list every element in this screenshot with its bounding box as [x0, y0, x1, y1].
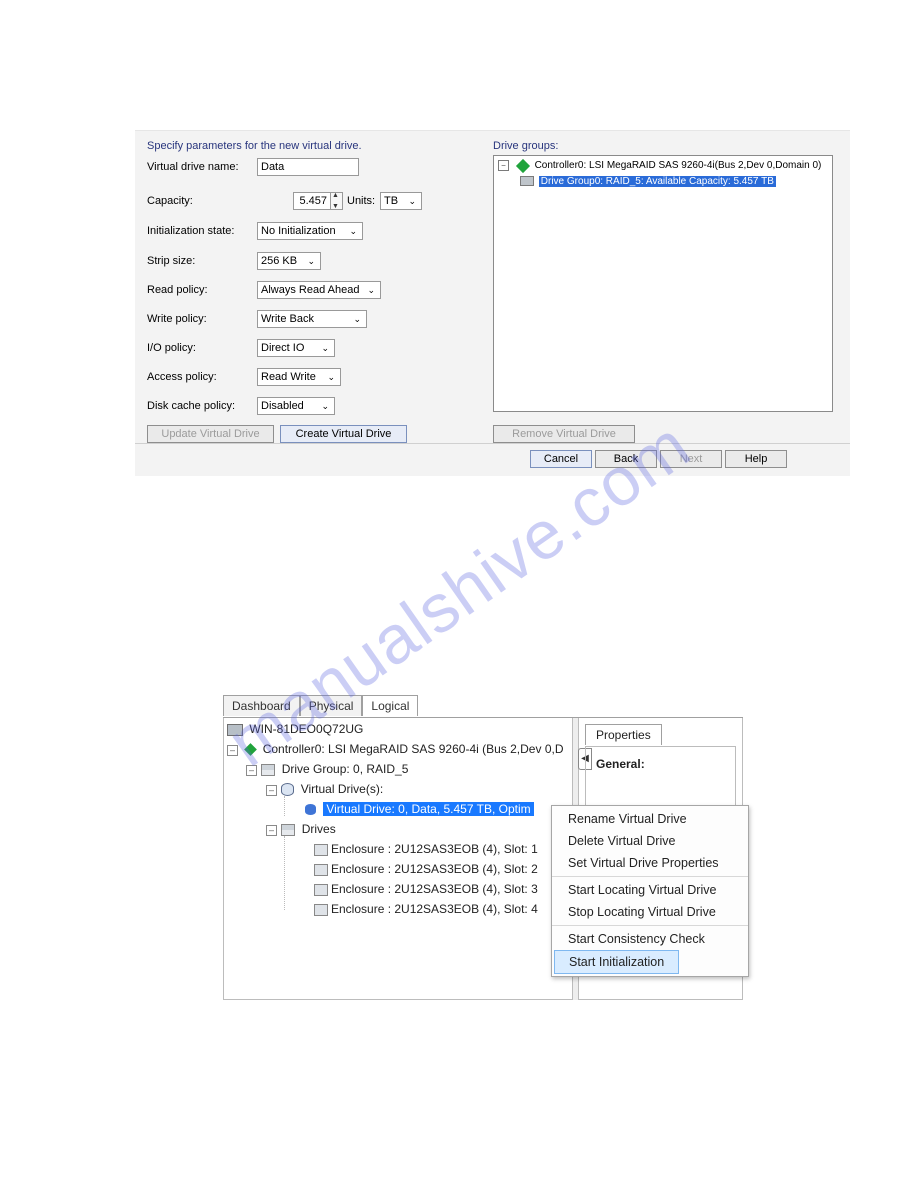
tree-enclosure-0[interactable]: Enclosure : 2U12SAS3EOB (4), Slot: 1 — [314, 842, 538, 856]
update-virtual-drive-button[interactable]: Update Virtual Drive — [147, 425, 274, 443]
tree-virtual-drive-selected[interactable]: Virtual Drive: 0, Data, 5.457 TB, Optim — [304, 802, 534, 816]
cancel-button[interactable]: Cancel — [530, 450, 592, 468]
dialog-button-bar: Cancel Back Next Help — [135, 443, 850, 476]
strip-size-select[interactable]: 256 KB⌄ — [257, 252, 321, 270]
tree-virtual-drives-node[interactable]: – Virtual Drive(s): — [266, 782, 383, 796]
tree-controller-node[interactable]: – Controller0: LSI MegaRAID SAS 9260-4i … — [227, 742, 564, 756]
disk-cache-select[interactable]: Disabled⌄ — [257, 397, 335, 415]
init-state-label: Initialization state: — [147, 225, 234, 237]
units-label: Units: — [347, 195, 375, 207]
tree-controller-node[interactable]: − Controller0: LSI MegaRAID SAS 9260-4i(… — [498, 160, 821, 171]
help-button[interactable]: Help — [725, 450, 787, 468]
drivegroup-icon — [520, 176, 534, 186]
tab-physical[interactable]: Physical — [300, 695, 363, 716]
chevron-down-icon: ⌄ — [353, 311, 361, 327]
collapse-icon[interactable]: – — [266, 825, 277, 836]
collapse-icon[interactable]: – — [227, 745, 238, 756]
virtual-drive-context-menu: Rename Virtual Drive Delete Virtual Driv… — [551, 805, 749, 977]
enclosure-icon — [314, 864, 328, 876]
tree-host-node[interactable]: WIN-81DEO0Q72UG — [227, 722, 363, 736]
create-virtual-drive-dialog: Specify parameters for the new virtual d… — [135, 130, 850, 476]
virtual-drive-name-field[interactable] — [257, 158, 359, 176]
access-policy-select[interactable]: Read Write⌄ — [257, 368, 341, 386]
server-icon — [227, 724, 243, 736]
capacity-spinner[interactable] — [330, 192, 343, 210]
drives-icon — [281, 824, 295, 836]
virtual-drive-name-label: Virtual drive name: — [147, 161, 239, 173]
tree-drive-group-node[interactable]: Drive Group0: RAID_5: Available Capacity… — [520, 176, 776, 187]
tree-enclosure-3[interactable]: Enclosure : 2U12SAS3EOB (4), Slot: 4 — [314, 902, 538, 916]
enclosure-icon — [314, 844, 328, 856]
logical-tree[interactable]: WIN-81DEO0Q72UG – Controller0: LSI MegaR… — [223, 718, 573, 1000]
disk-cache-label: Disk cache policy: — [147, 400, 235, 412]
menu-start-locating[interactable]: Start Locating Virtual Drive — [552, 876, 748, 901]
tab-logical[interactable]: Logical — [362, 695, 418, 716]
chevron-down-icon: ⌄ — [307, 253, 315, 269]
menu-set-properties[interactable]: Set Virtual Drive Properties — [552, 852, 748, 874]
chevron-down-icon: ⌄ — [321, 398, 329, 414]
chevron-down-icon: ⌄ — [327, 369, 335, 385]
diamond-icon — [244, 743, 257, 756]
capacity-field[interactable]: 5.457 — [293, 192, 331, 210]
menu-rename[interactable]: Rename Virtual Drive — [552, 808, 748, 830]
cylinder-icon — [281, 783, 294, 796]
write-policy-label: Write policy: — [147, 313, 207, 325]
enclosure-icon — [314, 904, 328, 916]
menu-delete[interactable]: Delete Virtual Drive — [552, 830, 748, 852]
chevron-down-icon: ⌄ — [321, 340, 329, 356]
drive-groups-title: Drive groups: — [493, 140, 558, 152]
view-tabs: DashboardPhysicalLogical — [223, 694, 743, 718]
access-policy-label: Access policy: — [147, 371, 217, 383]
tree-enclosure-1[interactable]: Enclosure : 2U12SAS3EOB (4), Slot: 2 — [314, 862, 538, 876]
tree-drive-group-node[interactable]: – Drive Group: 0, RAID_5 — [246, 762, 408, 776]
chevron-down-icon: ⌄ — [367, 282, 375, 298]
menu-start-initialization[interactable]: Start Initialization — [554, 950, 679, 974]
collapse-icon[interactable]: – — [266, 785, 277, 796]
back-button[interactable]: Back — [595, 450, 657, 468]
write-policy-select[interactable]: Write Back⌄ — [257, 310, 367, 328]
io-policy-select[interactable]: Direct IO⌄ — [257, 339, 335, 357]
menu-consistency-check[interactable]: Start Consistency Check — [552, 925, 748, 950]
collapse-icon[interactable]: − — [498, 160, 509, 171]
drive-group-icon — [261, 764, 275, 776]
init-state-select[interactable]: No Initialization⌄ — [257, 222, 363, 240]
strip-size-label: Strip size: — [147, 255, 195, 267]
enclosure-icon — [314, 884, 328, 896]
tab-properties[interactable]: Properties — [585, 724, 662, 745]
collapse-icon[interactable]: – — [246, 765, 257, 776]
create-virtual-drive-button[interactable]: Create Virtual Drive — [280, 425, 407, 443]
chevron-down-icon: ⌄ — [349, 223, 357, 239]
raid-manager-window: DashboardPhysicalLogical WIN-81DEO0Q72UG… — [223, 694, 743, 1000]
next-button[interactable]: Next — [660, 450, 722, 468]
cylinder-icon — [304, 803, 317, 816]
tree-drives-node[interactable]: – Drives — [266, 822, 336, 836]
read-policy-label: Read policy: — [147, 284, 208, 296]
io-policy-label: I/O policy: — [147, 342, 196, 354]
menu-stop-locating[interactable]: Stop Locating Virtual Drive — [552, 901, 748, 923]
remove-virtual-drive-button[interactable]: Remove Virtual Drive — [493, 425, 635, 443]
tab-dashboard[interactable]: Dashboard — [223, 695, 300, 716]
units-select[interactable]: TB⌄ — [380, 192, 422, 210]
capacity-label: Capacity: — [147, 195, 193, 207]
tree-enclosure-2[interactable]: Enclosure : 2U12SAS3EOB (4), Slot: 3 — [314, 882, 538, 896]
dialog-title-left: Specify parameters for the new virtual d… — [147, 140, 362, 152]
diamond-icon — [516, 158, 530, 172]
general-heading: General: — [596, 757, 645, 771]
chevron-down-icon: ⌄ — [408, 193, 416, 209]
read-policy-select[interactable]: Always Read Ahead⌄ — [257, 281, 381, 299]
drive-groups-tree[interactable]: − Controller0: LSI MegaRAID SAS 9260-4i(… — [493, 155, 833, 412]
